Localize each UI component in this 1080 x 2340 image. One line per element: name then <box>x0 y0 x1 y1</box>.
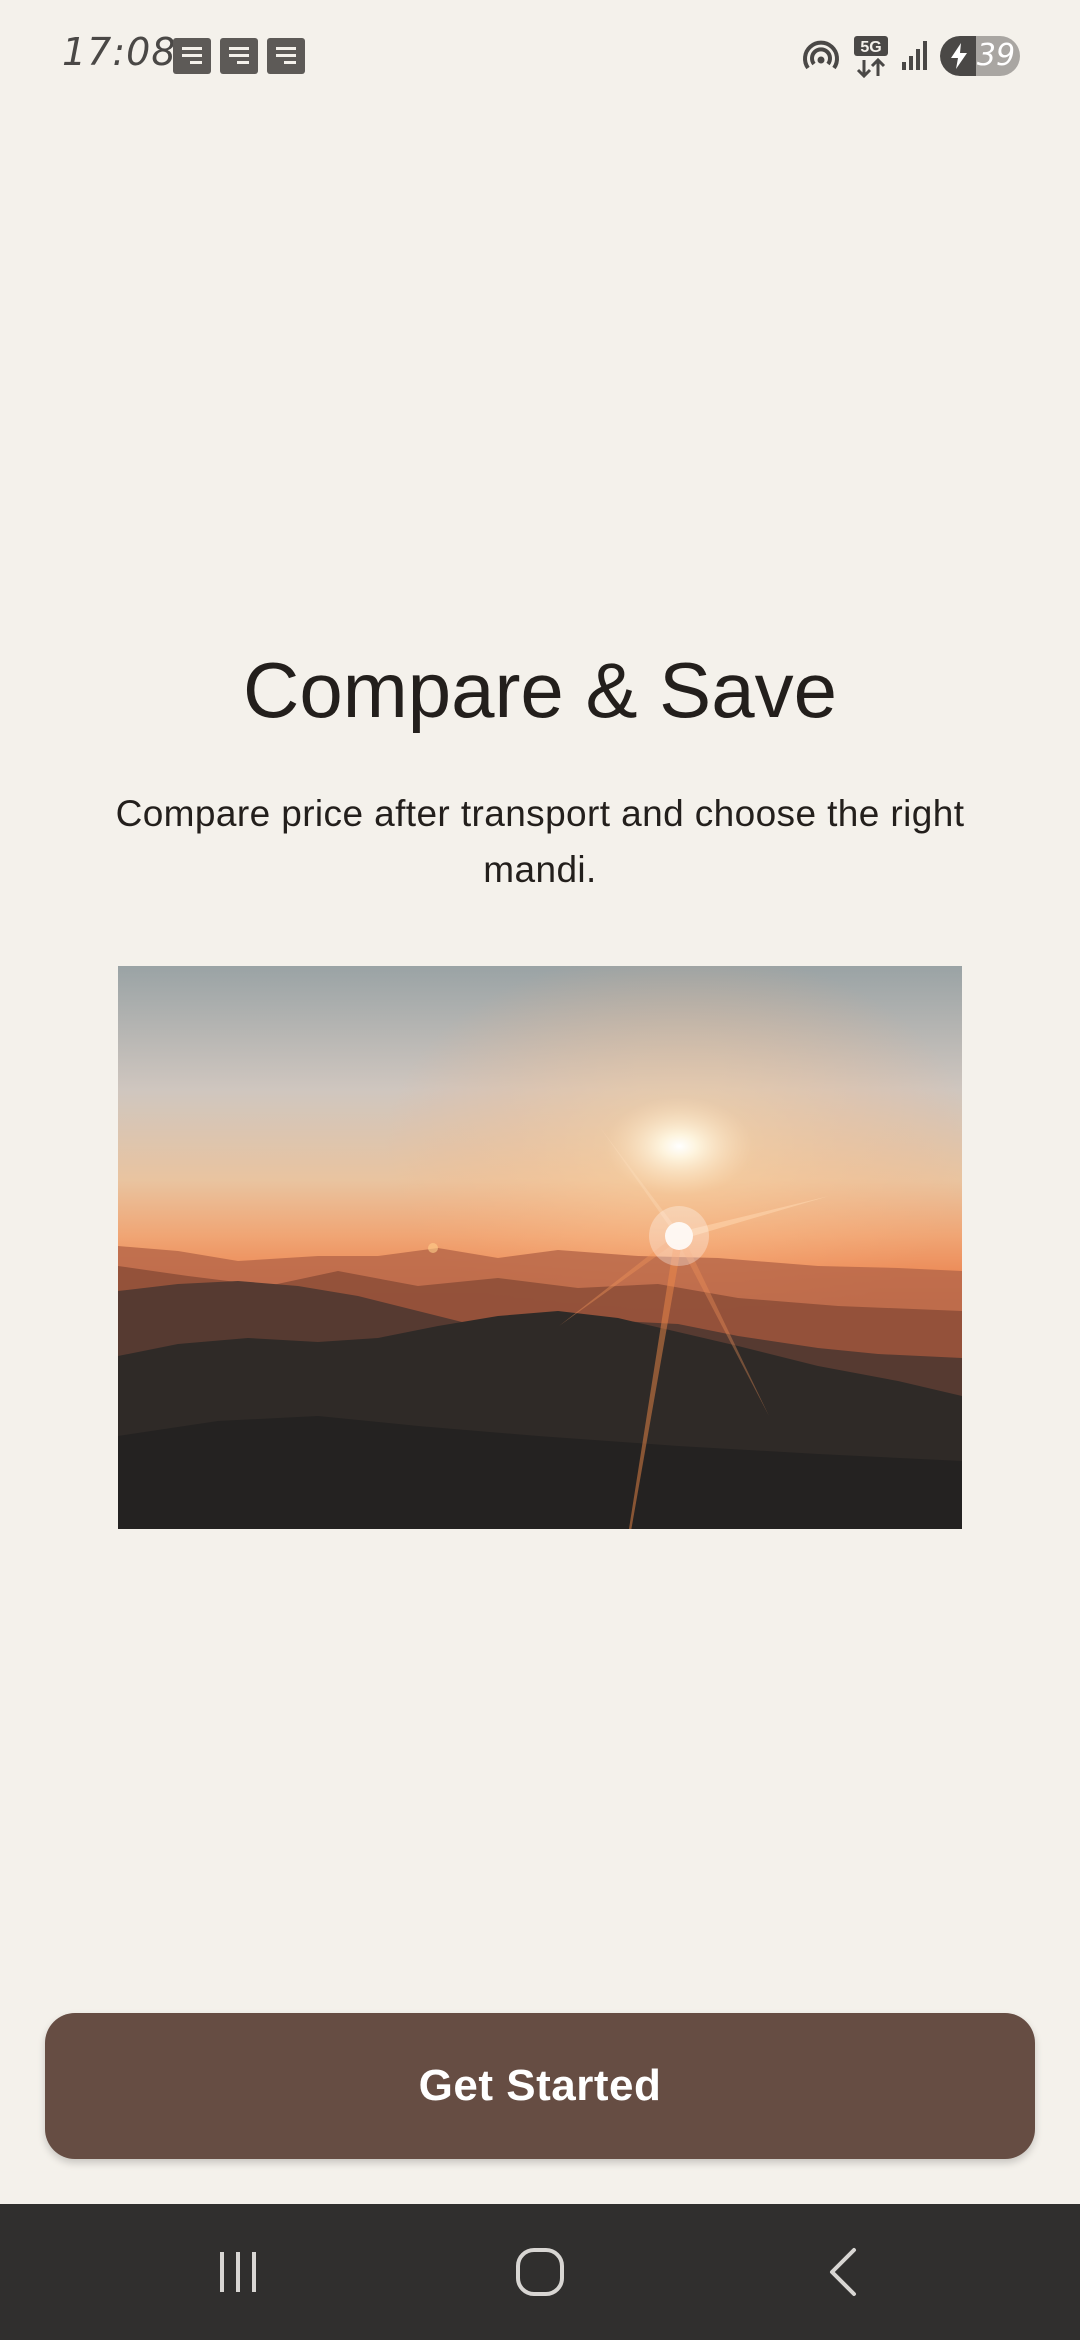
recents-button[interactable] <box>138 2204 338 2340</box>
get-started-label: Get Started <box>418 2061 662 2110</box>
notification-icon <box>267 38 305 74</box>
page-description: Compare price after transport and choose… <box>115 793 965 890</box>
home-button[interactable] <box>440 2204 640 2340</box>
status-bar: 17:08 5G 39 <box>0 0 1080 112</box>
back-button[interactable] <box>744 2204 944 2340</box>
recents-icon <box>220 2252 256 2292</box>
notification-icon <box>220 38 258 74</box>
signal-icon <box>902 41 927 70</box>
notification-icon <box>173 38 211 74</box>
status-time: 17:08 <box>62 30 177 74</box>
page-title: Compare & Save <box>243 646 837 734</box>
sunset-mountains-image <box>118 966 962 1529</box>
svg-text:5G: 5G <box>860 39 881 56</box>
onboarding-screen: 17:08 5G 39 Compare & Save Compare price… <box>0 0 1080 2340</box>
back-icon <box>830 2248 856 2296</box>
hotspot-icon <box>803 40 839 70</box>
5g-data-icon: 5G <box>854 36 888 78</box>
battery-indicator: 39 <box>940 36 1020 76</box>
home-icon <box>516 2248 564 2296</box>
system-nav-bar <box>0 2204 1080 2340</box>
battery-level: 39 <box>976 38 1016 73</box>
get-started-button[interactable]: Get Started <box>45 2013 1035 2159</box>
battery-charging-icon <box>951 43 967 69</box>
